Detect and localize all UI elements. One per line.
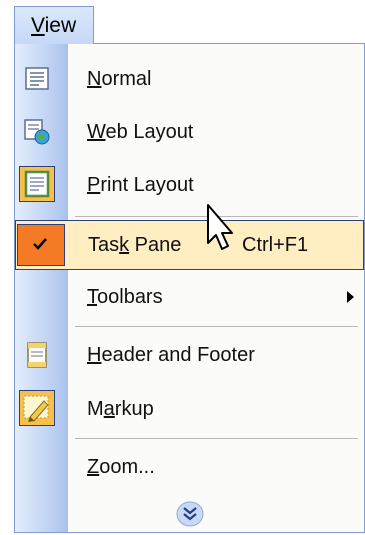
menu-item-label: Web Layout [87, 121, 194, 143]
chevron-double-down-icon[interactable] [175, 501, 205, 527]
menu-item-label: Header and Footer [87, 344, 255, 366]
menu-item-label: Task Pane [88, 234, 182, 256]
view-menu-tab[interactable]: View [14, 6, 94, 44]
menu-item-markup[interactable]: Markup [15, 384, 364, 434]
check-icon [17, 224, 65, 266]
menu-item-zoom[interactable]: Zoom... [15, 442, 364, 492]
menu-item-label: Markup [87, 398, 154, 420]
menu-separator [75, 326, 358, 327]
normal-view-icon [23, 65, 51, 93]
menu-item-task-pane[interactable]: Task Pane Ctrl+F1 [15, 220, 364, 270]
markup-icon [19, 390, 55, 426]
menu-item-web-layout[interactable]: Web Layout [15, 107, 364, 157]
view-dropdown-menu: Normal Web Layout Print Layout Task Pane… [14, 43, 365, 533]
menu-item-toolbars[interactable]: Toolbars [15, 272, 364, 322]
menu-item-label: Toolbars [87, 286, 163, 308]
menu-item-label: Print Layout [87, 174, 194, 196]
print-layout-icon [19, 166, 55, 202]
mouse-cursor-icon [194, 203, 234, 264]
menu-item-label: Zoom... [87, 456, 155, 478]
header-footer-icon [23, 341, 51, 369]
view-menu-title: iew [44, 14, 77, 37]
submenu-arrow-icon [347, 291, 354, 303]
view-menu-title-accel: V [31, 14, 45, 37]
menu-item-label: Normal [87, 68, 152, 90]
menu-item-header-footer[interactable]: Header and Footer [15, 330, 364, 380]
web-layout-icon [23, 118, 51, 146]
menu-separator [75, 438, 358, 439]
menu-item-normal[interactable]: Normal [15, 54, 364, 104]
menu-item-print-layout[interactable]: Print Layout [15, 160, 364, 210]
shortcut-label: Ctrl+F1 [242, 234, 309, 256]
